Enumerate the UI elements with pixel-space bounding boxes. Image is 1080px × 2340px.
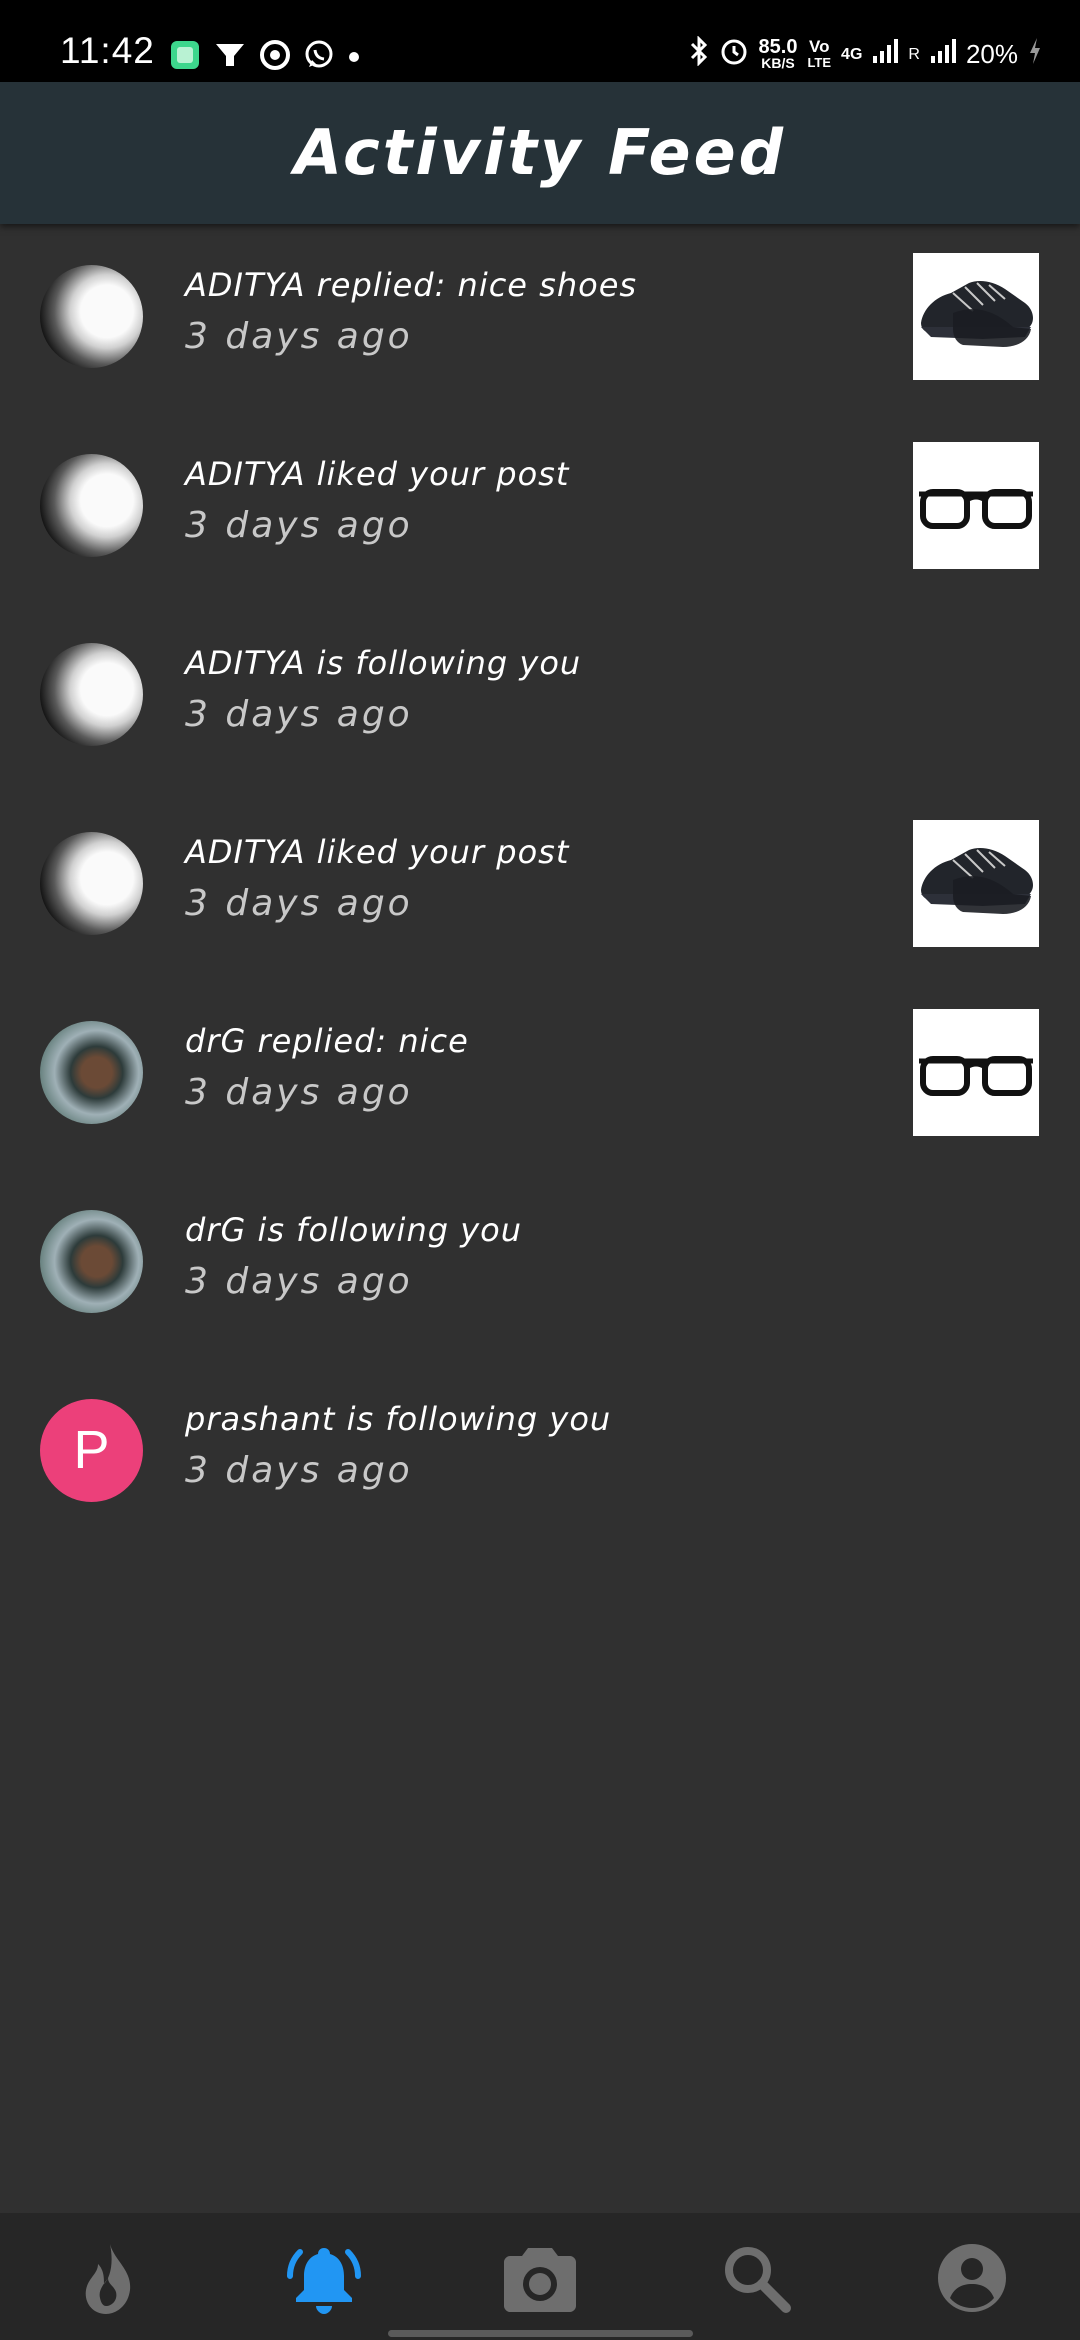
home-indicator[interactable]	[388, 2330, 693, 2337]
activity-feed-item[interactable]: ADITYA is following you 3 days ago	[0, 602, 1080, 791]
avatar[interactable]: P	[40, 1399, 143, 1502]
account-icon	[932, 2244, 1012, 2322]
activity-feed-item[interactable]: drG is following you 3 days ago	[0, 1169, 1080, 1358]
activity-feed-item[interactable]: ADITYA liked your post 3 days ago	[0, 413, 1080, 602]
app-bar: Activity Feed	[0, 82, 1080, 224]
battery-percent: 20%	[965, 39, 1018, 69]
battery-charging-icon	[1028, 37, 1042, 72]
post-thumbnail[interactable]	[913, 1009, 1039, 1136]
item-text: drG is following you 3 days ago	[185, 1211, 522, 1302]
volte-indicator: Vo LTE	[807, 36, 832, 71]
nav-tab-timeline[interactable]	[68, 2238, 148, 2318]
status-system-icons: 85.0 KB/S Vo LTE 4G R 20%	[689, 35, 1042, 73]
activity-message: ADITYA is following you	[185, 644, 582, 682]
net-speed-unit: KB/S	[761, 54, 795, 71]
item-text: ADITYA is following you 3 days ago	[185, 644, 581, 735]
net-speed-value: 85.0	[758, 35, 798, 58]
activity-message: drG replied: nice	[185, 1022, 469, 1060]
avatar[interactable]	[40, 454, 143, 557]
nav-tab-profile[interactable]	[932, 2238, 1012, 2318]
nav-tab-search[interactable]	[716, 2238, 796, 2318]
dot-icon	[348, 48, 360, 67]
activity-timestamp: 3 days ago	[185, 883, 413, 924]
activity-timestamp: 3 days ago	[185, 1261, 413, 1302]
avatar[interactable]	[40, 1210, 143, 1313]
notification-icon	[214, 40, 246, 74]
chrome-icon	[260, 40, 290, 74]
status-notification-icons	[170, 40, 360, 74]
item-text: ADITYA liked your post 3 days ago	[185, 455, 569, 546]
whatsapp-icon	[304, 40, 334, 74]
post-thumbnail[interactable]	[913, 253, 1039, 380]
page-title: Activity Feed	[293, 116, 787, 189]
activity-message: prashant is following you	[185, 1400, 612, 1438]
app-icon	[170, 40, 200, 74]
activity-feed-item[interactable]: ADITYA replied: nice shoes 3 days ago	[0, 224, 1080, 413]
activity-timestamp: 3 days ago	[185, 1072, 413, 1113]
avatar[interactable]	[40, 265, 143, 368]
activity-message: ADITYA liked your post	[185, 833, 570, 871]
activity-timestamp: 3 days ago	[185, 1450, 413, 1491]
activity-timestamp: 3 days ago	[185, 694, 413, 735]
post-thumbnail[interactable]	[913, 820, 1039, 947]
nav-tab-upload[interactable]	[500, 2238, 580, 2318]
search-icon	[716, 2247, 796, 2322]
post-thumbnail[interactable]	[913, 442, 1039, 569]
network-type: 4G	[841, 45, 863, 63]
item-text: ADITYA replied: nice shoes 3 days ago	[185, 266, 637, 357]
item-text: prashant is following you 3 days ago	[185, 1400, 611, 1491]
item-text: ADITYA liked your post 3 days ago	[185, 833, 569, 924]
bottom-navigation	[0, 2213, 1080, 2340]
activity-feed-item[interactable]: Pprashant is following you 3 days ago	[0, 1358, 1080, 1547]
camera-icon	[500, 2248, 580, 2322]
avatar[interactable]	[40, 643, 143, 746]
notifications-active-icon	[284, 2248, 364, 2322]
activity-timestamp: 3 days ago	[185, 505, 413, 546]
activity-feed-item[interactable]: ADITYA liked your post 3 days ago	[0, 791, 1080, 980]
volte-top: Vo	[809, 36, 830, 56]
net-speed: 85.0 KB/S	[758, 35, 798, 71]
avatar[interactable]	[40, 1021, 143, 1124]
activity-message: ADITYA liked your post	[185, 455, 570, 493]
signal-icon	[872, 38, 899, 71]
item-text: drG replied: nice 3 days ago	[185, 1022, 469, 1113]
status-bar: 11:42 85.0 KB/S Vo LTE 4G R 20%	[0, 0, 1080, 82]
activity-timestamp: 3 days ago	[185, 316, 413, 357]
nav-tab-notifications[interactable]	[284, 2238, 364, 2318]
signal-icon-2	[930, 38, 956, 71]
flame-icon	[68, 2244, 148, 2322]
roaming-indicator: R	[908, 45, 920, 63]
status-time: 11:42	[60, 30, 155, 71]
activity-feed-list[interactable]: ADITYA replied: nice shoes 3 days ago ADIT…	[0, 224, 1080, 1547]
activity-message: ADITYA replied: nice shoes	[185, 266, 638, 304]
volte-bottom: LTE	[807, 54, 832, 70]
activity-message: drG is following you	[185, 1211, 522, 1249]
alarm-icon	[719, 36, 749, 73]
avatar[interactable]	[40, 832, 143, 935]
activity-feed-item[interactable]: drG replied: nice 3 days ago	[0, 980, 1080, 1169]
bluetooth-icon	[689, 35, 709, 73]
